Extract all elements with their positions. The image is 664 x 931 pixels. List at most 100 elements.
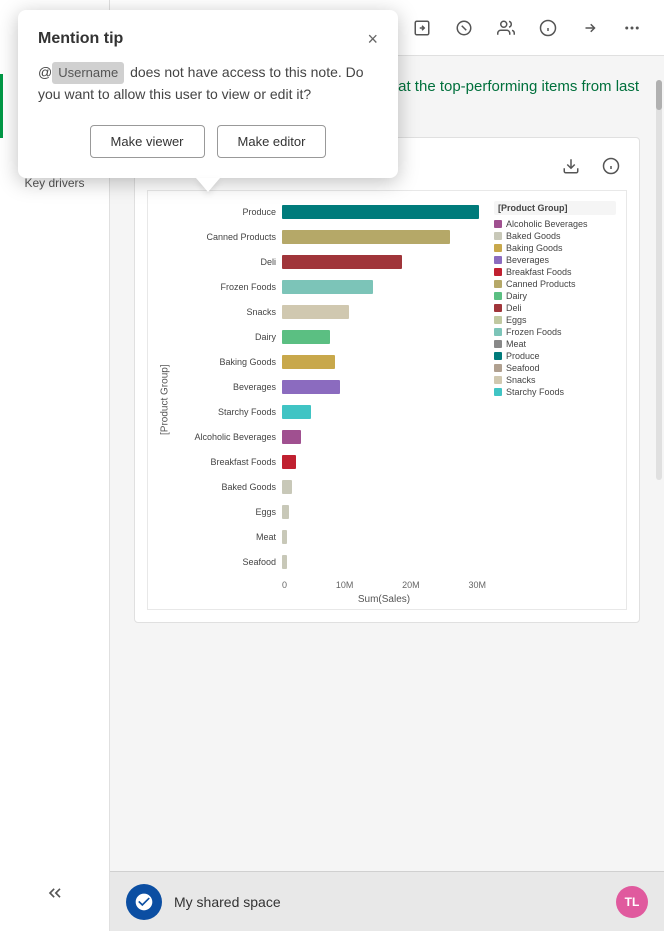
legend-item-label: Produce	[506, 351, 540, 361]
space-name: My shared space	[174, 894, 281, 910]
legend-item: Snacks	[494, 375, 616, 385]
chart-info-icon	[602, 157, 620, 175]
legend-dot	[494, 256, 502, 264]
bar-label: Breakfast Foods	[172, 457, 280, 467]
bar-row: Snacks	[282, 301, 486, 323]
app-container: Bookmarks Notes Key drivers	[0, 0, 664, 931]
legend-item-label: Meat	[506, 339, 526, 349]
legend-item-label: Deli	[506, 303, 522, 313]
make-editor-button[interactable]: Make editor	[217, 125, 327, 158]
bar-fill[interactable]	[282, 480, 292, 494]
legend-dot	[494, 340, 502, 348]
bar-row: Starchy Foods	[282, 401, 486, 423]
bar-label: Meat	[172, 532, 280, 542]
bar-label: Canned Products	[172, 232, 280, 242]
bar-fill[interactable]	[282, 255, 402, 269]
bar-label: Eggs	[172, 507, 280, 517]
bottom-bar: My shared space TL	[110, 871, 664, 931]
chart-info-button[interactable]	[595, 150, 627, 182]
legend-item: Seafood	[494, 363, 616, 373]
bar-label: Alcoholic Beverages	[172, 432, 280, 442]
legend-item: Eggs	[494, 315, 616, 325]
bar-fill[interactable]	[282, 205, 479, 219]
x-tick: 10M	[336, 580, 354, 590]
dialog-user-chip: Username	[52, 62, 124, 84]
legend-title: [Product Group]	[494, 201, 616, 215]
collapse-panel-button[interactable]	[574, 12, 606, 44]
bar-label: Seafood	[172, 557, 280, 567]
bar-row: Produce	[282, 201, 486, 223]
dialog-tail	[196, 178, 220, 192]
avatar: TL	[616, 886, 648, 918]
bar-fill[interactable]	[282, 280, 373, 294]
more-options-icon	[623, 19, 641, 37]
y-axis-label: [Product Group]	[158, 201, 172, 599]
bar-fill[interactable]	[282, 555, 287, 569]
scrollbar-thumb[interactable]	[656, 80, 662, 110]
collapse-panel-icon	[581, 19, 599, 37]
bar-fill[interactable]	[282, 330, 330, 344]
legend-dot	[494, 280, 502, 288]
legend-dot	[494, 364, 502, 372]
dialog-at-symbol: @	[38, 64, 52, 80]
chart-export-button[interactable]	[555, 150, 587, 182]
bar-label: Deli	[172, 257, 280, 267]
cancel-selection-button[interactable]	[448, 12, 480, 44]
chart-card: [Product Group] ProduceCanned ProductsDe…	[134, 137, 640, 623]
legend-dot	[494, 352, 502, 360]
bar-row: Dairy	[282, 326, 486, 348]
legend-item: Starchy Foods	[494, 387, 616, 397]
app-logo-icon	[134, 892, 154, 912]
bar-fill[interactable]	[282, 455, 296, 469]
cancel-icon	[455, 19, 473, 37]
bar-label: Starchy Foods	[172, 407, 280, 417]
legend-dot	[494, 388, 502, 396]
bar-fill[interactable]	[282, 405, 311, 419]
bar-label: Beverages	[172, 382, 280, 392]
legend-item-label: Eggs	[506, 315, 527, 325]
bar-fill[interactable]	[282, 380, 340, 394]
info-icon	[539, 19, 557, 37]
share-button[interactable]	[406, 12, 438, 44]
legend-item: Dairy	[494, 291, 616, 301]
legend-item: Deli	[494, 303, 616, 313]
bar-label: Baked Goods	[172, 482, 280, 492]
legend-item-label: Starchy Foods	[506, 387, 564, 397]
top-bar-icons	[406, 12, 648, 44]
people-button[interactable]	[490, 12, 522, 44]
x-tick: 30M	[468, 580, 486, 590]
legend-dot	[494, 316, 502, 324]
legend-dot	[494, 292, 502, 300]
legend-item-label: Snacks	[506, 375, 536, 385]
notes-area[interactable]: @Username BlurredName Take a look at the…	[110, 56, 664, 871]
x-axis-label: Sum(Sales)	[172, 594, 486, 605]
legend-item: Canned Products	[494, 279, 616, 289]
bar-row: Seafood	[282, 551, 486, 573]
bar-fill[interactable]	[282, 530, 287, 544]
legend-item-label: Baking Goods	[506, 243, 563, 253]
info-button[interactable]	[532, 12, 564, 44]
bar-fill[interactable]	[282, 355, 335, 369]
bar-row: Baking Goods	[282, 351, 486, 373]
bar-label: Baking Goods	[172, 357, 280, 367]
legend-item-label: Seafood	[506, 363, 540, 373]
legend-item: Baking Goods	[494, 243, 616, 253]
bar-label: Dairy	[172, 332, 280, 342]
chart-main: ProduceCanned ProductsDeliFrozen FoodsSn…	[172, 201, 486, 599]
bar-fill[interactable]	[282, 230, 450, 244]
collapse-button[interactable]	[33, 871, 77, 915]
dialog-header: Mention tip ×	[38, 30, 378, 48]
bars-section: ProduceCanned ProductsDeliFrozen FoodsSn…	[172, 201, 486, 576]
make-viewer-button[interactable]: Make viewer	[90, 125, 205, 158]
more-options-button[interactable]	[616, 12, 648, 44]
bar-row: Meat	[282, 526, 486, 548]
dialog-close-button[interactable]: ×	[367, 30, 378, 48]
legend-item: Produce	[494, 351, 616, 361]
bar-row: Deli	[282, 251, 486, 273]
bar-fill[interactable]	[282, 430, 301, 444]
bar-fill[interactable]	[282, 505, 289, 519]
bar-fill[interactable]	[282, 305, 349, 319]
legend-item-label: Canned Products	[506, 279, 576, 289]
dialog-body: @Username does not have access to this n…	[38, 62, 378, 105]
dialog-title: Mention tip	[38, 30, 123, 48]
